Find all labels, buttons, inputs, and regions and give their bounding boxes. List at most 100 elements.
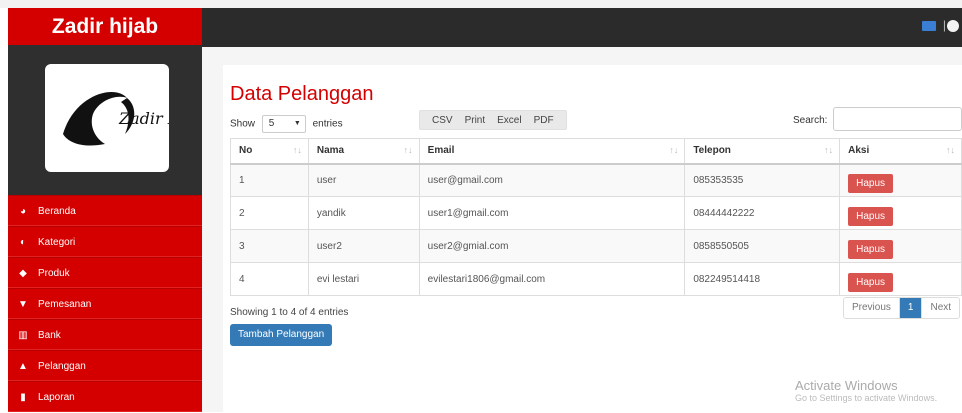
sidebar-item-label: Kategori bbox=[38, 237, 76, 248]
cell-telepon: 085353535 bbox=[684, 163, 841, 197]
customer-table: No ↑↓ Nama ↑↓ Email ↑↓ Telepon ↑↓ Aksi ↑↓ 1 u… bbox=[230, 138, 962, 296]
hijab-logo-icon: Zadir Hijab collection bbox=[63, 92, 295, 146]
search-label: Search: bbox=[793, 115, 828, 126]
show-label: Show bbox=[230, 118, 256, 130]
main-content: Data Pelanggan Show 5 ▼ entries CSV Print… bbox=[202, 47, 962, 412]
sidebar-item-produk[interactable]: ◆ Produk bbox=[8, 257, 202, 288]
table-row: 3 user2 user2@gmial.com 0858550505 Hapus bbox=[230, 229, 962, 263]
excel-button[interactable]: Excel bbox=[497, 115, 521, 126]
cell-no: 2 bbox=[230, 196, 309, 230]
column-header-aksi[interactable]: Aksi ↑↓ bbox=[839, 138, 962, 165]
bank-icon: ▥ bbox=[18, 330, 28, 341]
user-menu-icon[interactable] bbox=[947, 20, 959, 32]
top-strip bbox=[0, 0, 962, 8]
table-row: 4 evi lestari evilestari1806@gmail.com 0… bbox=[230, 262, 962, 296]
table-row: 2 yandik user1@gmail.com 08444442222 Hap… bbox=[230, 196, 962, 230]
activation-watermark-subtitle: Go to Settings to activate Windows. bbox=[795, 393, 938, 403]
hapus-button[interactable]: Hapus bbox=[848, 239, 894, 259]
cell-nama: evi lestari bbox=[307, 262, 420, 296]
pdf-button[interactable]: PDF bbox=[534, 115, 554, 126]
sidebar-item-label: Beranda bbox=[38, 206, 76, 217]
entries-select-value: 5 bbox=[268, 118, 275, 129]
sidebar-item-beranda[interactable]: ◕ Beranda bbox=[8, 195, 202, 226]
file-icon: ▮ bbox=[20, 392, 26, 403]
hapus-button[interactable]: Hapus bbox=[848, 206, 894, 226]
show-entries: Show 5 ▼ entries bbox=[230, 115, 343, 133]
logo-area: Zadir Hijab collection bbox=[8, 45, 295, 195]
next-button[interactable]: Next bbox=[922, 298, 959, 318]
top-bar: | bbox=[202, 8, 962, 47]
add-customer-button[interactable]: Tambah Pelanggan bbox=[230, 324, 333, 346]
search-input[interactable] bbox=[833, 107, 962, 131]
topbar-separator: | bbox=[942, 18, 946, 32]
chevron-down-icon: ▼ bbox=[293, 120, 301, 127]
table-row: 1 user user@gmail.com 085353535 Hapus bbox=[230, 163, 962, 197]
cell-nama: user bbox=[307, 163, 420, 197]
table-header-row: No ↑↓ Nama ↑↓ Email ↑↓ Telepon ↑↓ Aksi ↑↓ bbox=[230, 138, 962, 165]
cell-email: user2@gmial.com bbox=[418, 229, 686, 263]
csv-button[interactable]: CSV bbox=[432, 115, 453, 126]
sidebar-item-label: Bank bbox=[38, 330, 61, 341]
svg-text:Zadir Hijab collection: Zadir Hijab collection bbox=[118, 109, 169, 128]
logo: Zadir Hijab collection bbox=[45, 64, 295, 172]
user-icon: ▲ bbox=[18, 361, 28, 372]
column-header-nama[interactable]: Nama ↑↓ bbox=[307, 138, 420, 165]
sort-icon: ↑↓ bbox=[824, 145, 834, 155]
cell-telepon: 0858550505 bbox=[684, 229, 841, 263]
entries-select[interactable]: 5 ▼ bbox=[261, 115, 306, 133]
cell-no: 1 bbox=[230, 163, 309, 197]
cart-icon: ▼ bbox=[18, 299, 28, 310]
cell-aksi: Hapus bbox=[839, 229, 962, 263]
header-label: Email bbox=[427, 145, 455, 157]
cell-nama: user2 bbox=[307, 229, 420, 263]
sidebar-item-label: Pemesanan bbox=[38, 299, 92, 310]
cell-email: evilestari1806@gmail.com bbox=[418, 262, 686, 296]
sort-icon: ↑↓ bbox=[946, 145, 955, 155]
header-label: Aksi bbox=[848, 145, 870, 157]
cell-email: user@gmail.com bbox=[418, 163, 686, 197]
sidebar: Zadir hijab Zadir Hijab collection ◕ Bera… bbox=[8, 8, 295, 412]
brand-title[interactable]: Zadir hijab bbox=[8, 8, 202, 45]
sidebar-item-label: Produk bbox=[38, 268, 70, 279]
hapus-button[interactable]: Hapus bbox=[848, 173, 894, 193]
sidebar-item-kategori[interactable]: ◐ Kategori bbox=[8, 226, 202, 257]
sidebar-item-pelanggan[interactable]: ▲ Pelanggan bbox=[8, 350, 202, 381]
header-label: Telepon bbox=[693, 145, 731, 157]
mail-icon[interactable] bbox=[922, 21, 936, 31]
cell-nama: yandik bbox=[307, 196, 420, 230]
pagination: Previous 1 Next bbox=[843, 297, 961, 319]
hapus-button[interactable]: Hapus bbox=[848, 272, 894, 292]
activation-watermark-title: Activate Windows bbox=[795, 378, 898, 393]
table-info: Showing 1 to 4 of 4 entries bbox=[230, 307, 349, 318]
print-button[interactable]: Print bbox=[465, 115, 486, 126]
sort-icon: ↑↓ bbox=[403, 145, 413, 155]
dashboard-icon: ◕ bbox=[19, 206, 27, 217]
sidebar-item-laporan[interactable]: ▮ Laporan bbox=[8, 381, 202, 412]
sidebar-item-label: Pelanggan bbox=[38, 361, 86, 372]
column-header-no[interactable]: No ↑↓ bbox=[230, 138, 309, 165]
cell-aksi: Hapus bbox=[839, 163, 962, 197]
header-label: Nama bbox=[316, 145, 345, 157]
sidebar-item-label: Laporan bbox=[38, 392, 75, 403]
cell-aksi: Hapus bbox=[839, 196, 962, 230]
cell-email: user1@gmail.com bbox=[418, 196, 686, 230]
cell-telepon: 08444442222 bbox=[684, 196, 841, 230]
page-title: Data Pelanggan bbox=[230, 83, 374, 105]
sort-icon: ↑↓ bbox=[292, 145, 302, 155]
sidebar-menu: ◕ Beranda ◐ Kategori ◆ Produk ▼ Pemesanan ▥ B… bbox=[8, 195, 202, 412]
header-label: No bbox=[239, 145, 253, 157]
sidebar-item-pemesanan[interactable]: ▼ Pemesanan bbox=[8, 288, 202, 319]
cell-aksi: Hapus bbox=[839, 262, 962, 296]
product-icon: ◆ bbox=[19, 268, 27, 279]
page-button-1[interactable]: 1 bbox=[899, 298, 923, 318]
export-buttons: CSV Print Excel PDF bbox=[419, 110, 567, 130]
column-header-telepon[interactable]: Telepon ↑↓ bbox=[684, 138, 841, 165]
previous-button[interactable]: Previous bbox=[844, 298, 900, 318]
cell-no: 4 bbox=[230, 262, 309, 296]
content-panel: Data Pelanggan Show 5 ▼ entries CSV Print… bbox=[223, 65, 962, 412]
cell-no: 3 bbox=[230, 229, 309, 263]
entries-label: entries bbox=[312, 118, 343, 130]
column-header-email[interactable]: Email ↑↓ bbox=[418, 138, 686, 165]
sort-icon: ↑↓ bbox=[669, 145, 679, 155]
sidebar-item-bank[interactable]: ▥ Bank bbox=[8, 319, 202, 350]
